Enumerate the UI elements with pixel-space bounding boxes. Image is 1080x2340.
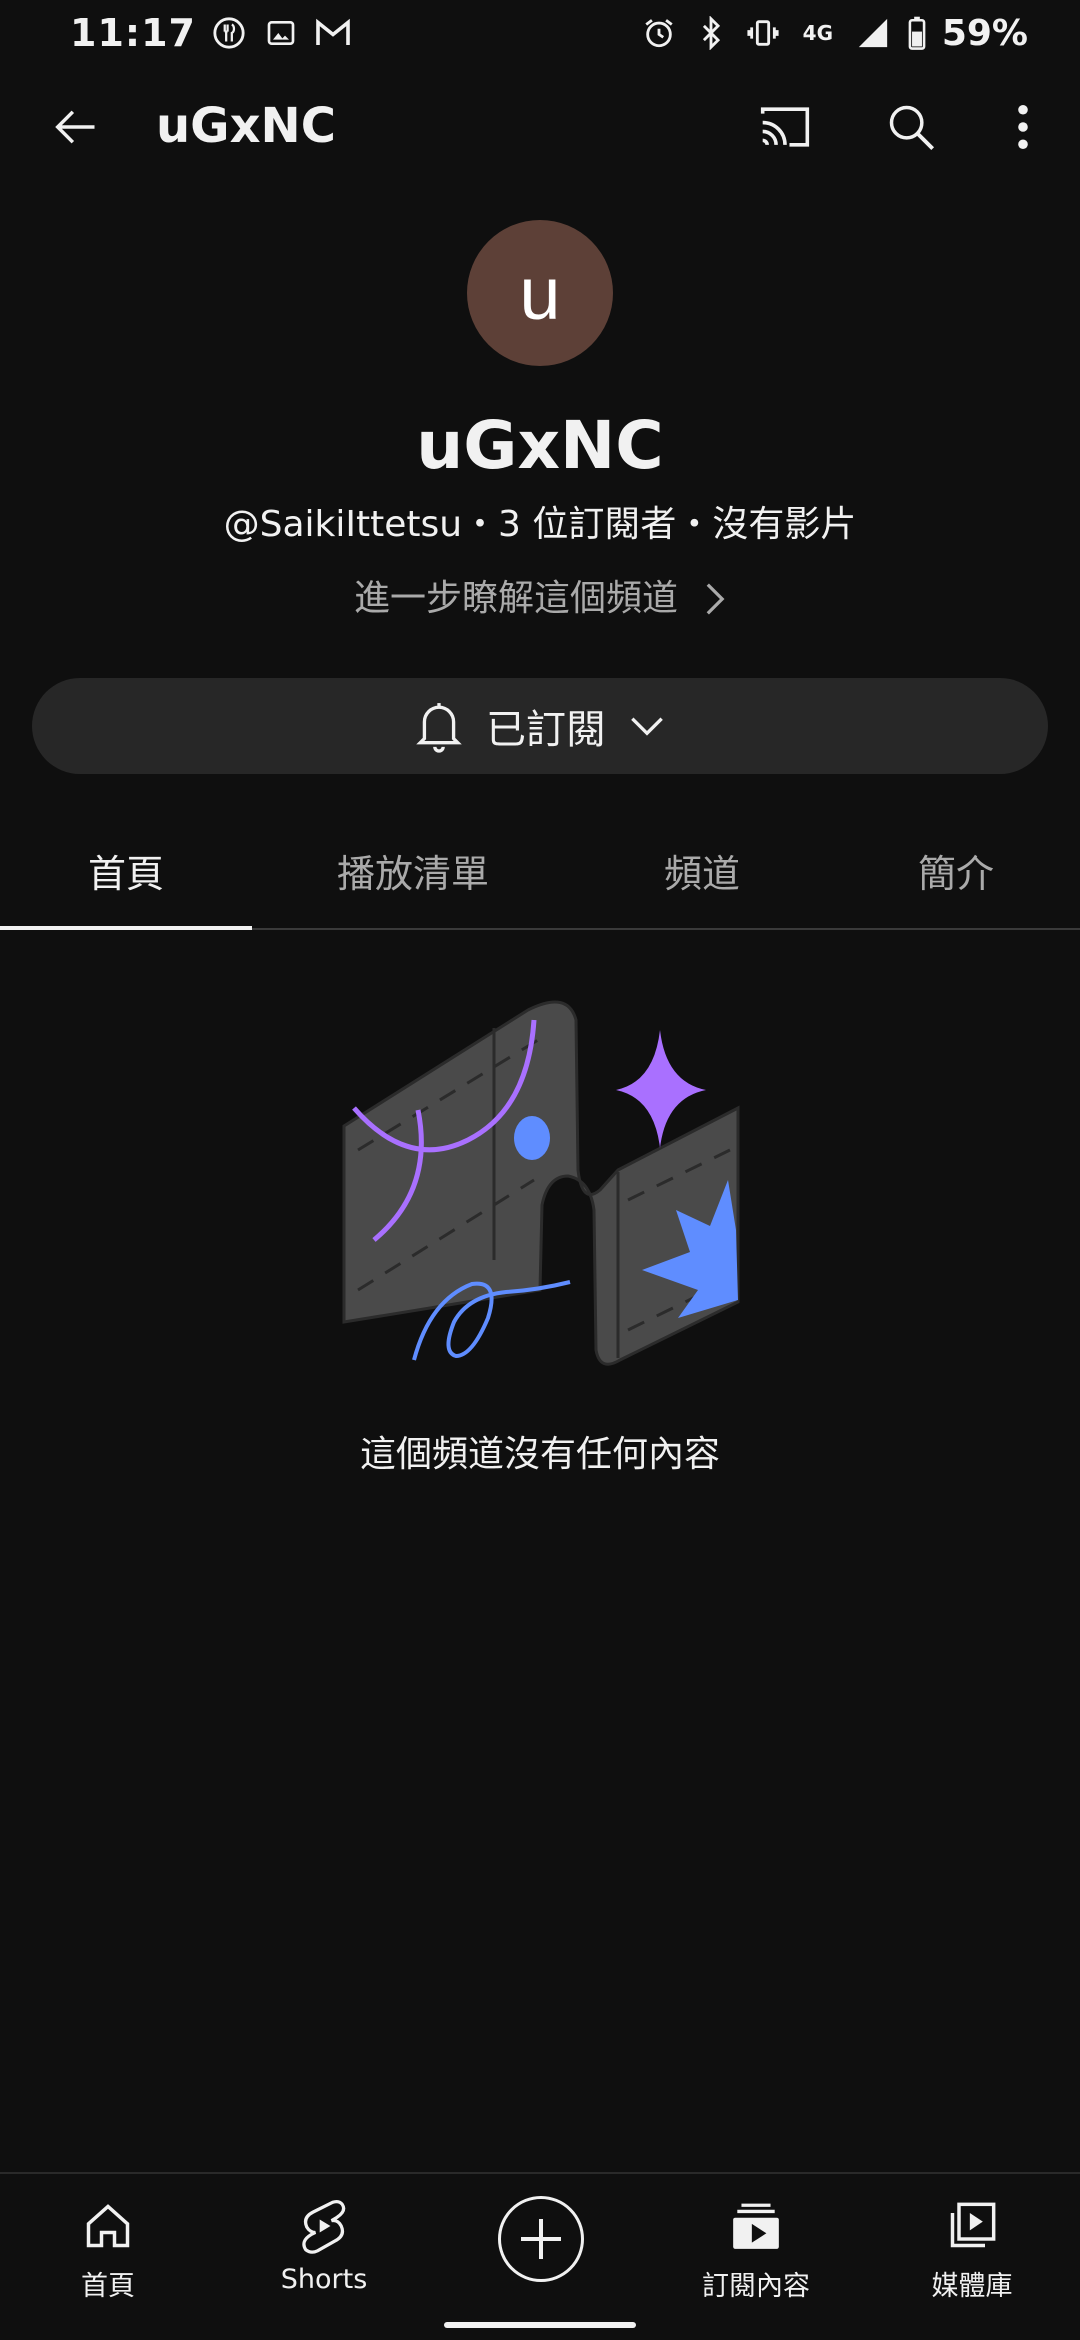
channel-more-label: 進一步瞭解這個頻道 (353, 578, 678, 619)
battery-icon (906, 14, 928, 52)
bottom-nav: 首頁 Shorts 訂閱內容 媒體庫 (0, 2172, 1080, 2340)
image-icon (262, 14, 300, 52)
nav-item-subscriptions[interactable]: 訂閱內容 (656, 2184, 856, 2314)
battery-percent: 59% (941, 12, 1028, 54)
cast-button[interactable] (750, 92, 820, 162)
channel-avatar[interactable]: u (467, 220, 613, 366)
alarm-icon (640, 14, 678, 52)
app-bar: uGxNC (0, 66, 1080, 192)
search-icon (889, 105, 935, 151)
more-options-button[interactable] (988, 92, 1058, 162)
page-title: uGxNC (156, 98, 336, 154)
network-type-label: 4G (802, 21, 833, 45)
subscribed-label: 已訂閱 (486, 707, 606, 753)
subscribed-button[interactable]: 已訂閱 (32, 678, 1048, 774)
channel-tabs: 首頁 播放清單 頻道 簡介 (0, 810, 1080, 930)
food-delivery-icon (210, 14, 248, 52)
gesture-bar[interactable] (444, 2322, 636, 2328)
status-left: 11:17 (70, 11, 352, 55)
home-icon (78, 2196, 138, 2256)
bluetooth-icon (692, 14, 730, 52)
nav-label-home: 首頁 (81, 2271, 135, 2302)
shorts-icon (294, 2196, 354, 2256)
more-vert-icon (1018, 104, 1028, 150)
channel-name: uGxNC (416, 407, 664, 484)
nav-label-subscriptions: 訂閱內容 (702, 2271, 810, 2302)
tab-playlists[interactable]: 播放清單 (300, 810, 526, 930)
vibrate-icon (744, 14, 782, 52)
tab-home[interactable]: 首頁 (0, 810, 252, 930)
nav-label-shorts: Shorts (280, 2264, 368, 2295)
chevron-down-icon (631, 717, 663, 736)
library-icon (942, 2196, 1002, 2256)
active-tab-indicator (0, 926, 252, 930)
tab-label: 簡介 (917, 851, 994, 896)
tab-label: 頻道 (663, 851, 740, 896)
tab-label: 首頁 (87, 851, 164, 896)
create-plus-icon (521, 2219, 561, 2259)
back-arrow-icon (55, 110, 95, 144)
create-button[interactable] (498, 2196, 584, 2282)
network-type-icon: 4G (796, 14, 840, 52)
cast-icon (760, 107, 810, 147)
status-right: 4G 59% (640, 13, 1028, 54)
tab-about[interactable]: 簡介 (866, 810, 1046, 930)
tab-channels[interactable]: 頻道 (600, 810, 804, 930)
back-button[interactable] (40, 92, 110, 162)
subscriptions-icon (726, 2196, 786, 2256)
nav-item-home[interactable]: 首頁 (8, 2184, 208, 2314)
nav-item-shorts[interactable]: Shorts (224, 2184, 424, 2314)
channel-more-link[interactable]: 進一步瞭解這個頻道 (0, 574, 1080, 624)
bell-icon (416, 703, 462, 753)
chevron-right-icon (706, 583, 725, 615)
status-time: 11:17 (70, 11, 196, 55)
gmail-icon (314, 14, 352, 52)
channel-meta: @SaikiIttetsu・3 位訂閱者・沒有影片 (223, 504, 857, 545)
nav-item-library[interactable]: 媒體庫 (872, 2184, 1072, 2314)
empty-state-message: 這個頻道沒有任何內容 (359, 1434, 720, 1475)
nav-label-library: 媒體庫 (931, 2271, 1013, 2302)
status-bar: 11:17 4G 59% (0, 0, 1080, 66)
tab-label: 播放清單 (336, 851, 489, 896)
signal-icon (854, 14, 892, 52)
search-button[interactable] (876, 92, 946, 162)
empty-state-illustration (342, 1000, 740, 1366)
